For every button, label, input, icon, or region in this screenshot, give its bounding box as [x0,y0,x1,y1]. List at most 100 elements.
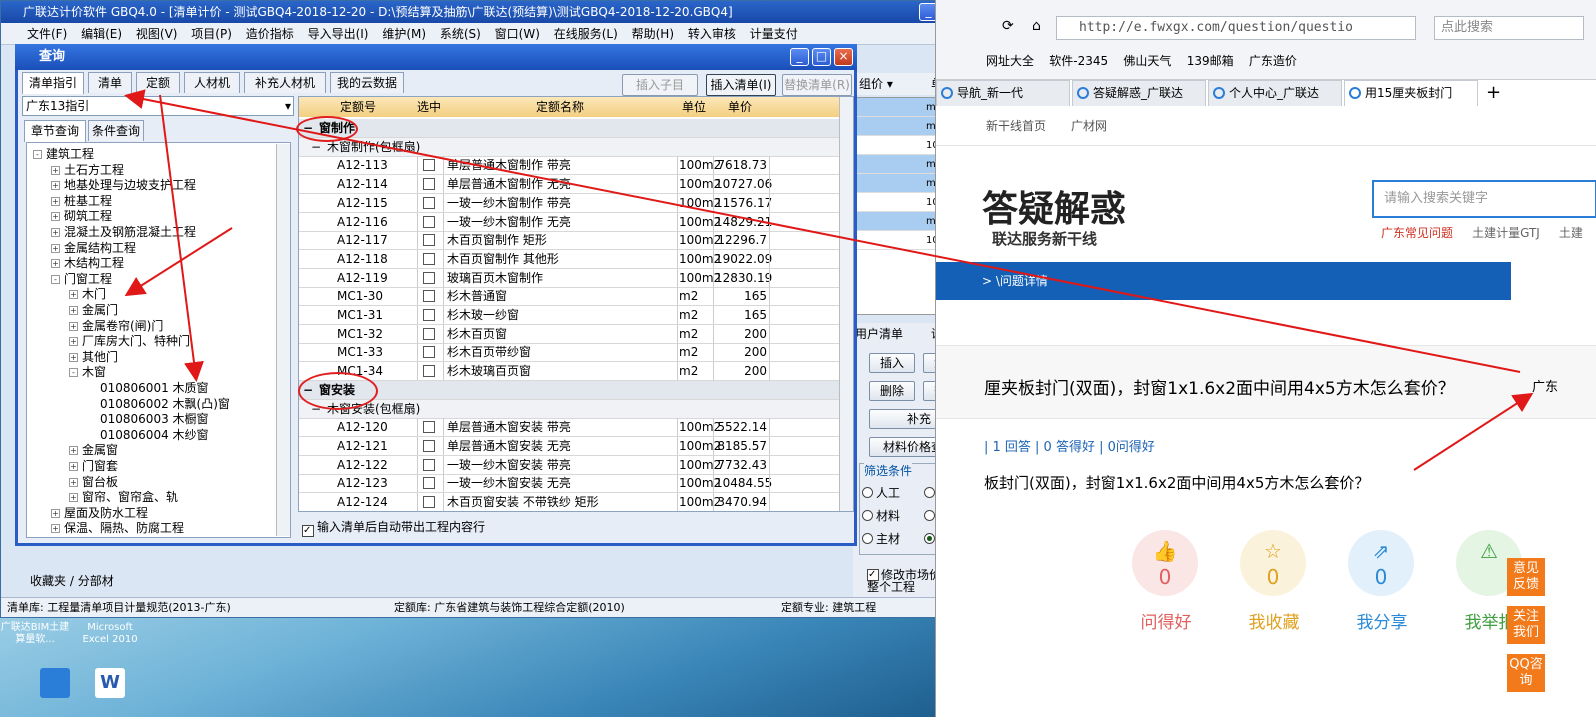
menu-edit[interactable]: 编辑(E) [76,23,127,45]
nav-home-link[interactable]: 新干线首页 [986,106,1046,146]
select-checkbox[interactable] [423,196,435,209]
insert-list-button[interactable]: 插入清单(I) [706,74,776,96]
replace-list-button[interactable]: 替换清单(R) [782,74,852,96]
bookmark-item[interactable]: 139邮箱 [1187,54,1234,68]
dialog-close-button[interactable]: × [834,48,853,66]
browser-tab-active[interactable]: 用15厘夹板封门 [1344,80,1478,106]
filter-radio-material[interactable]: 材料 [862,507,900,524]
word-icon[interactable]: W [75,668,145,700]
guide-library-select[interactable]: 广东13指引 ▾ [22,96,294,116]
grid-norm-row[interactable]: MC1-31 杉木玻一纱窗 m2 165 [299,306,839,325]
feedback-button[interactable]: 意见反馈 [1507,558,1545,596]
filter-radio-labor[interactable]: 人工 [862,484,900,501]
browser-tab[interactable]: 个人中心_广联达 [1208,80,1342,106]
tab-chapter-query[interactable]: 章节查询 [24,120,86,142]
hot-link[interactable]: 土建计量GTJ [1472,226,1540,240]
grid-norm-row[interactable]: A12-118 木百页窗制作 其他形 100m2 19022.09 [299,249,839,269]
stat-share[interactable]: ⇗ 0 [1348,530,1414,596]
expand-icon[interactable]: + [69,306,78,315]
tree-node[interactable]: + 窗台板 [69,475,118,489]
tree-node[interactable]: + 砌筑工程 [51,209,112,223]
tree-node[interactable]: + 土石方工程 [51,163,124,177]
hot-link[interactable]: 广东常见问题 [1381,226,1453,240]
tree-node[interactable]: 010806002 木飘(凸)窗 [87,397,230,411]
tree-node[interactable]: + 厂库房大门、特种门 [69,334,190,348]
tree-node[interactable]: 010806001 木质窗 [87,381,209,395]
filter-radio-main-material[interactable]: 主材 [862,530,900,547]
tree-node[interactable]: + 混凝土及钢筋混凝土工程 [51,225,196,239]
tab-my-cloud-data[interactable]: 我的云数据 [330,72,404,93]
grid-norm-row[interactable]: MC1-33 杉木百页带纱窗 m2 200 [299,343,839,363]
expand-icon[interactable]: + [51,228,60,237]
dialog-maximize-button[interactable]: □ [812,48,831,66]
expand-icon[interactable]: + [51,181,60,191]
select-checkbox[interactable] [423,346,435,359]
tree-node[interactable]: + 保温、隔热、防腐工程 [51,521,184,535]
select-checkbox[interactable] [423,439,435,452]
tab-norm[interactable]: 定额 [136,72,180,93]
expand-icon[interactable]: + [69,493,78,503]
stat-good-question[interactable]: 👍 0 [1132,530,1198,596]
tree-node[interactable]: 010806004 木纱窗 [87,428,209,442]
menu-window[interactable]: 窗口(W) [490,23,545,45]
menu-system[interactable]: 系统(S) [435,23,486,45]
tree-node[interactable]: + 金属结构工程 [51,241,136,255]
desktop-icon-excel[interactable]: Microsoft Excel 2010 [75,622,145,646]
col-code-header[interactable]: 定额号 [299,97,417,117]
expand-icon[interactable]: + [51,196,60,206]
select-checkbox[interactable] [423,271,435,284]
tree-node[interactable]: + 地基处理与边坡支护工程 [51,178,196,192]
grid-group-row[interactable]: − 窗安装 [299,380,839,400]
menu-cost-index[interactable]: 造价指标 [241,23,299,45]
desktop-icon-gbq[interactable]: 广联达BIM土建算量软... [0,622,70,646]
select-checkbox[interactable] [423,290,435,303]
tab-list-guide[interactable]: 清单指引 [22,72,84,94]
tree-node[interactable]: + 屋面及防水工程 [51,506,148,520]
select-checkbox[interactable] [423,215,435,228]
grid-scrollbar[interactable] [839,97,853,511]
select-checkbox[interactable] [423,421,435,434]
col-price-header[interactable]: 单价 [712,97,768,117]
grid-norm-row[interactable]: A12-124 木百页窗安装 不带铁纱 矩形 100m2 3470.94 [299,493,839,511]
select-checkbox[interactable] [423,234,435,247]
expand-icon[interactable]: + [51,259,60,269]
tree-node[interactable]: - 木窗 [69,365,106,379]
dialog-minimize-button[interactable]: _ [790,48,809,66]
expand-icon[interactable]: + [69,352,78,362]
expand-icon[interactable]: + [51,243,60,253]
col-select-header[interactable]: 选中 [417,97,441,117]
expand-icon[interactable]: + [51,508,60,518]
tree-node[interactable]: + 门窗套 [69,459,118,473]
select-checkbox[interactable] [423,309,435,321]
grid-norm-row[interactable]: MC1-32 杉木百页窗 m2 200 [299,324,839,344]
grid-norm-row[interactable]: A12-120 单层普通木窗安装 带亮 100m2 5522.14 [299,418,839,438]
bookmark-item[interactable]: 网址大全 [986,54,1034,68]
insert-button[interactable]: 插入 [869,353,915,373]
grid-norm-row[interactable]: MC1-30 杉木普通窗 m2 165 [299,287,839,307]
menu-audit[interactable]: 转入审核 [683,23,741,45]
select-checkbox[interactable] [423,477,435,490]
tree-node[interactable]: 010806003 木橱窗 [87,412,209,426]
menu-maintain[interactable]: 维护(M) [377,23,431,45]
tree-node[interactable]: + 其他门 [69,350,118,364]
select-checkbox[interactable] [423,496,435,508]
tab-supplement-lmm[interactable]: 补充人材机 [244,72,326,93]
tree-node[interactable]: + 窗帘、窗帘盒、轨 [69,490,178,504]
menu-measure-pay[interactable]: 计量支付 [745,23,803,45]
tree-node[interactable]: + 木结构工程 [51,256,124,270]
menu-project[interactable]: 项目(P) [186,23,237,45]
nav-gcw-link[interactable]: 广材网 [1071,106,1107,146]
refresh-icon[interactable]: ⟳ [1002,18,1014,34]
browser-tab[interactable]: 答疑解惑_广联达 [1072,80,1206,106]
expand-icon[interactable]: + [69,477,78,487]
tree-node[interactable]: + 金属门 [69,303,118,317]
menu-view[interactable]: 视图(V) [131,23,183,45]
grid-norm-row[interactable]: A12-114 单层普通木窗制作 无亮 100m2 10727.06 [299,175,839,195]
grid-norm-row[interactable]: MC1-34 杉木玻璃百页窗 m2 200 [299,362,839,382]
grid-norm-row[interactable]: A12-122 一玻一纱木窗安装 带亮 100m2 7732.43 [299,455,839,475]
tree-node[interactable]: + 金属窗 [69,443,118,457]
bookmark-item[interactable]: 佛山天气 [1123,54,1171,68]
expand-icon[interactable]: + [69,337,78,347]
grid-norm-row[interactable]: A12-119 玻璃百页木窗制作 100m2 12830.19 [299,268,839,288]
expand-icon[interactable]: + [51,212,60,222]
